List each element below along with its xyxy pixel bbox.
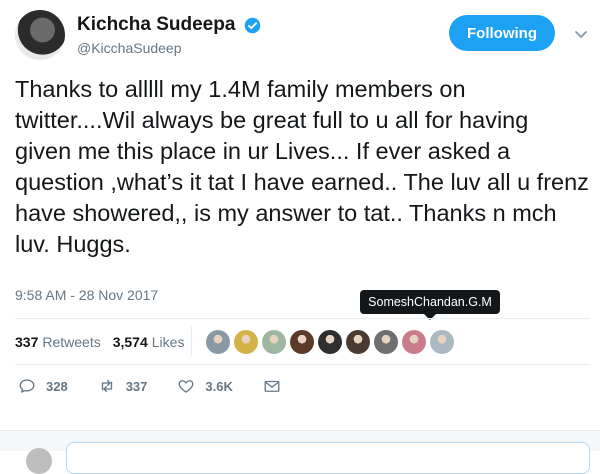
- reply-action[interactable]: 328: [18, 377, 68, 395]
- liker-avatar[interactable]: [206, 330, 230, 354]
- direct-message-action[interactable]: [263, 377, 291, 395]
- retweet-count: 337: [125, 378, 148, 394]
- like-action[interactable]: 3.6K: [177, 377, 233, 395]
- liker-avatar[interactable]: [290, 330, 314, 354]
- likes-label: Likes: [151, 334, 185, 350]
- author-display-name[interactable]: Kichcha Sudeepa: [77, 14, 235, 36]
- verified-badge-icon: [244, 17, 261, 33]
- stats-bottom-divider: [15, 364, 590, 365]
- liker-avatar[interactable]: [374, 330, 398, 354]
- tweet-text: Thanks to alllll my 1.4M family members …: [15, 76, 589, 257]
- like-count: 3.6K: [205, 378, 233, 394]
- author-handle[interactable]: @KicchaSudeep: [77, 40, 261, 56]
- retweet-action[interactable]: 337: [98, 377, 148, 395]
- liker-avatar[interactable]: [234, 330, 258, 354]
- tweet-header: Kichcha Sudeepa @KicchaSudeep Following: [15, 10, 595, 66]
- reply-count: 328: [46, 378, 68, 394]
- liker-avatar[interactable]: [262, 330, 286, 354]
- author-avatar[interactable]: [15, 10, 65, 60]
- avatar-tooltip: SomeshChandan.G.M: [360, 290, 500, 320]
- tweet-actions: 328 337 3.6K: [18, 377, 321, 395]
- viewer-avatar: [26, 448, 52, 474]
- following-button[interactable]: Following: [449, 15, 555, 51]
- retweets-stat[interactable]: 337 Retweets: [15, 334, 101, 350]
- likes-stat[interactable]: 3,574 Likes: [113, 334, 185, 350]
- stats-top-divider: [15, 318, 590, 319]
- retweets-count: 337: [15, 334, 39, 350]
- liker-avatar[interactable]: [430, 330, 454, 354]
- liker-avatar[interactable]: [402, 330, 426, 354]
- tweet-timestamp[interactable]: 9:58 AM - 28 Nov 2017: [15, 287, 158, 303]
- chevron-down-icon[interactable]: [573, 26, 589, 42]
- liker-avatar[interactable]: [318, 330, 342, 354]
- liker-avatar[interactable]: [346, 330, 370, 354]
- retweets-label: Retweets: [42, 334, 101, 350]
- reply-icon: [19, 379, 35, 393]
- author-name-block[interactable]: Kichcha Sudeepa @KicchaSudeep: [77, 14, 261, 56]
- stats-separator: [191, 326, 192, 356]
- retweet-icon: [101, 380, 112, 392]
- like-icon: [179, 380, 194, 393]
- liker-avatars: [206, 330, 458, 354]
- reply-input[interactable]: [66, 442, 590, 474]
- likes-count: 3,574: [112, 334, 148, 350]
- tweet-stats: 337 Retweets 3,574 Likes: [15, 330, 196, 354]
- direct-message-icon: [264, 380, 280, 392]
